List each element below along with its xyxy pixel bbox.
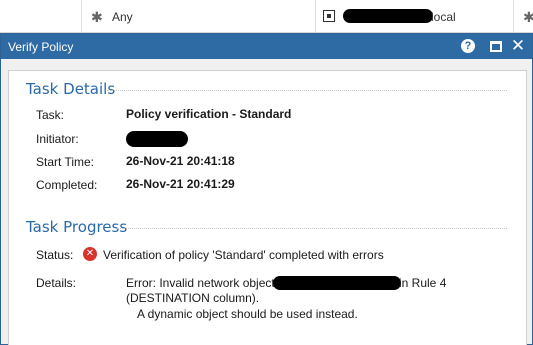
dialog-title: Verify Policy [8,40,74,54]
details-line-3: A dynamic object should be used instead. [137,307,358,321]
section-divider [117,228,507,229]
help-icon[interactable]: ? [459,37,477,55]
object-name-suffix: local [431,10,456,24]
details-line-suffix: in Rule 4 [399,276,447,290]
details-line-2: (DESTINATION column). [126,291,260,305]
destination-any: Any [112,10,133,24]
redacted-object-name [343,9,433,23]
task-details-heading: Task Details [26,80,116,98]
asterisk-icon: ✱ [91,9,103,25]
completed-value: 26-Nov-21 20:41:29 [126,177,235,191]
task-label: Task: [36,108,65,122]
task-value: Policy verification - Standard [126,107,292,121]
start-time-label: Start Time: [36,155,95,169]
verify-policy-dialog: Verify Policy ? ✕ Task Details Task: Pol… [0,33,533,345]
background-cell: ✱ [0,0,103,33]
details-label: Details: [36,276,77,290]
help-glyph: ? [461,39,475,53]
asterisk-icon: ✱ [523,9,533,25]
dialog-titlebar[interactable]: Verify Policy ? ✕ [1,34,532,59]
section-divider [107,90,507,91]
background-table-row: ✱ ✱ Any local ✱ [0,0,533,33]
completed-label: Completed: [36,178,98,192]
status-text: Verification of policy 'Standard' comple… [103,248,384,262]
redacted-initiator [126,131,188,147]
dialog-content-panel: Task Details Task: Policy verification -… [8,70,527,345]
network-object-icon [323,10,335,22]
redacted-network-object [273,276,401,290]
close-icon[interactable]: ✕ [509,37,527,55]
initiator-label: Initiator: [36,132,79,146]
task-progress-heading: Task Progress [26,218,128,236]
details-line-prefix: Error: Invalid network object [126,276,275,290]
start-time-value: 26-Nov-21 20:41:18 [126,154,235,168]
maximize-icon[interactable] [487,37,505,55]
status-label: Status: [36,248,74,262]
error-icon: ✕ [83,247,97,261]
